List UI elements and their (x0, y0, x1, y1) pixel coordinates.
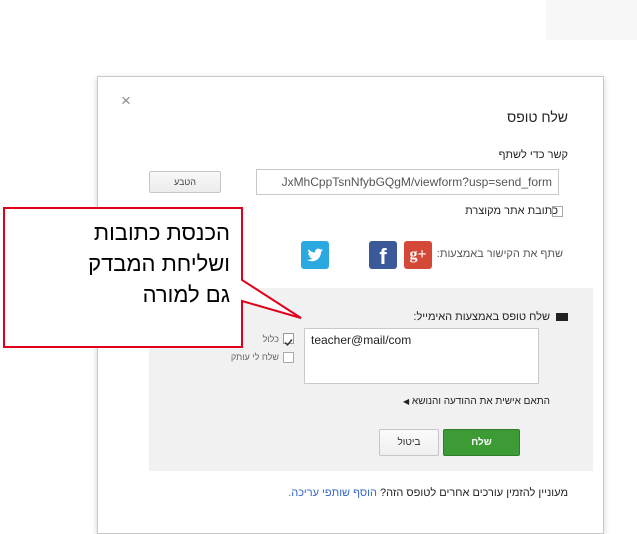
callout-text: הכנסת כתובות ושליחת המבדק גם למורה (4, 207, 242, 347)
callout-line: הכנסת כתובות (93, 220, 230, 245)
callout-line: ושליחת המבדק (88, 251, 230, 276)
callout-line: גם למורה (142, 282, 230, 307)
